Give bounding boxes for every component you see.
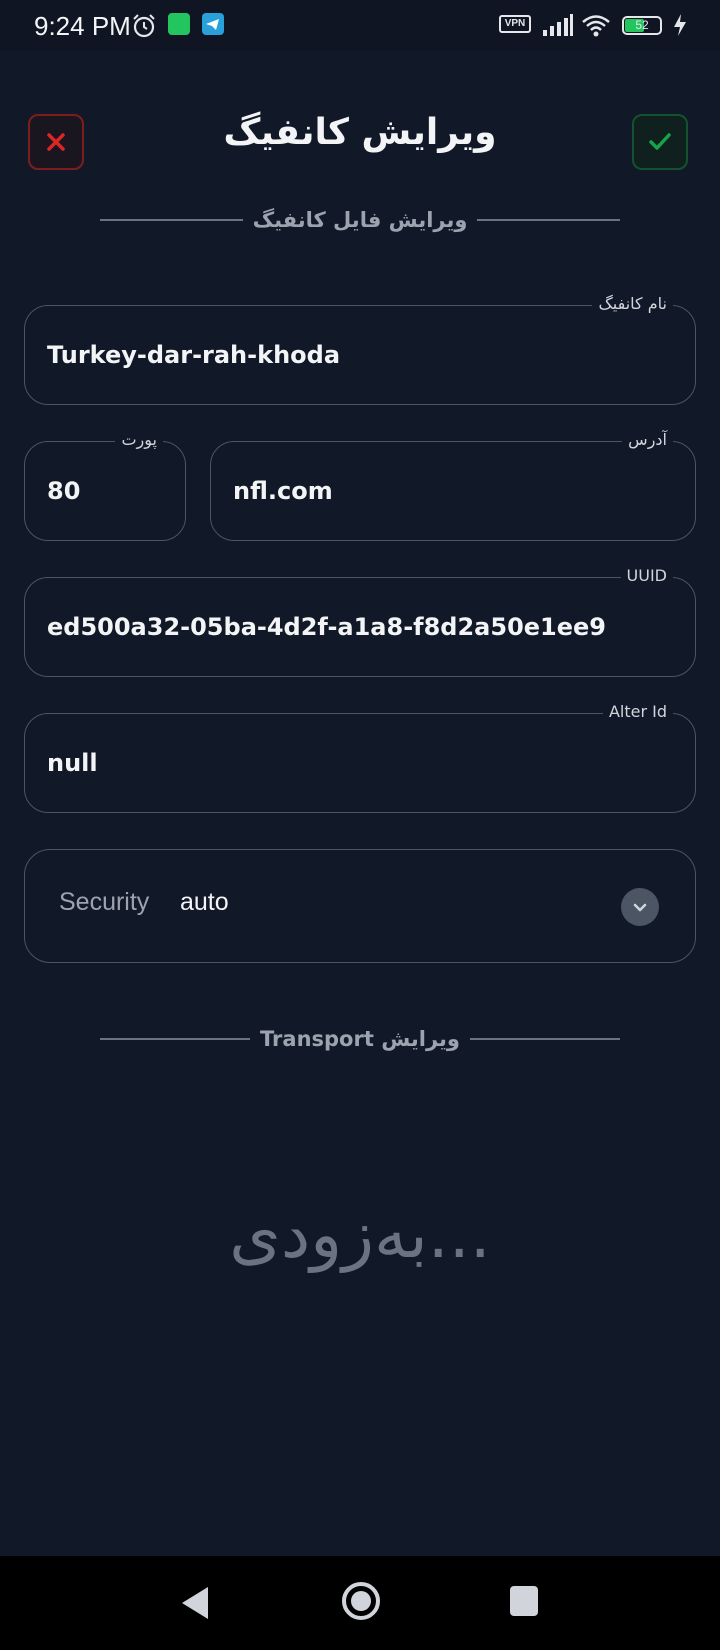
status-time: 9:24 PM: [34, 11, 131, 41]
close-icon: [47, 133, 65, 151]
navigation-bar: [0, 1556, 720, 1650]
telegram-icon: [202, 13, 224, 35]
signal-icon: [543, 14, 573, 36]
alter-id-input[interactable]: [47, 714, 673, 812]
uuid-field: UUID: [24, 566, 696, 677]
section-divider-transport: ویرایش Transport: [100, 1024, 621, 1054]
alarm-icon: [133, 14, 155, 38]
notification-icon: [168, 13, 190, 35]
uuid-input[interactable]: [47, 578, 673, 676]
alter-id-field: Alter Id: [24, 702, 696, 813]
status-bar: 9:24 PM VPN 52: [0, 0, 720, 50]
security-label: Security: [59, 888, 150, 916]
recents-icon[interactable]: [508, 1584, 540, 1618]
battery-icon: 52: [622, 16, 662, 35]
security-value: auto: [180, 888, 229, 916]
page-title: ویرایش کانفیگ: [223, 112, 497, 153]
back-icon[interactable]: [178, 1584, 212, 1622]
check-icon: [649, 133, 671, 150]
port-input[interactable]: [47, 442, 163, 540]
address-input[interactable]: [233, 442, 673, 540]
chevron-down-icon[interactable]: [621, 888, 659, 926]
charging-icon: [674, 14, 686, 36]
vpn-icon: VPN: [499, 15, 531, 33]
close-button[interactable]: [28, 114, 84, 170]
config-name-field: نام کانفیگ: [24, 294, 696, 405]
save-button[interactable]: [632, 114, 688, 170]
home-icon[interactable]: [340, 1580, 382, 1622]
config-name-input[interactable]: [47, 306, 673, 404]
port-field: پورت: [24, 430, 186, 541]
address-field: آدرس: [210, 430, 696, 541]
security-select[interactable]: Security auto: [24, 849, 696, 963]
section-title-transport: ویرایش Transport: [260, 1027, 460, 1051]
wifi-icon: [582, 15, 610, 37]
coming-soon-text: ...به‌زودی: [229, 1196, 491, 1273]
section-title-config-file: ویرایش فایل کانفیگ: [252, 208, 468, 232]
section-divider-config-file: ویرایش فایل کانفیگ: [100, 205, 620, 235]
